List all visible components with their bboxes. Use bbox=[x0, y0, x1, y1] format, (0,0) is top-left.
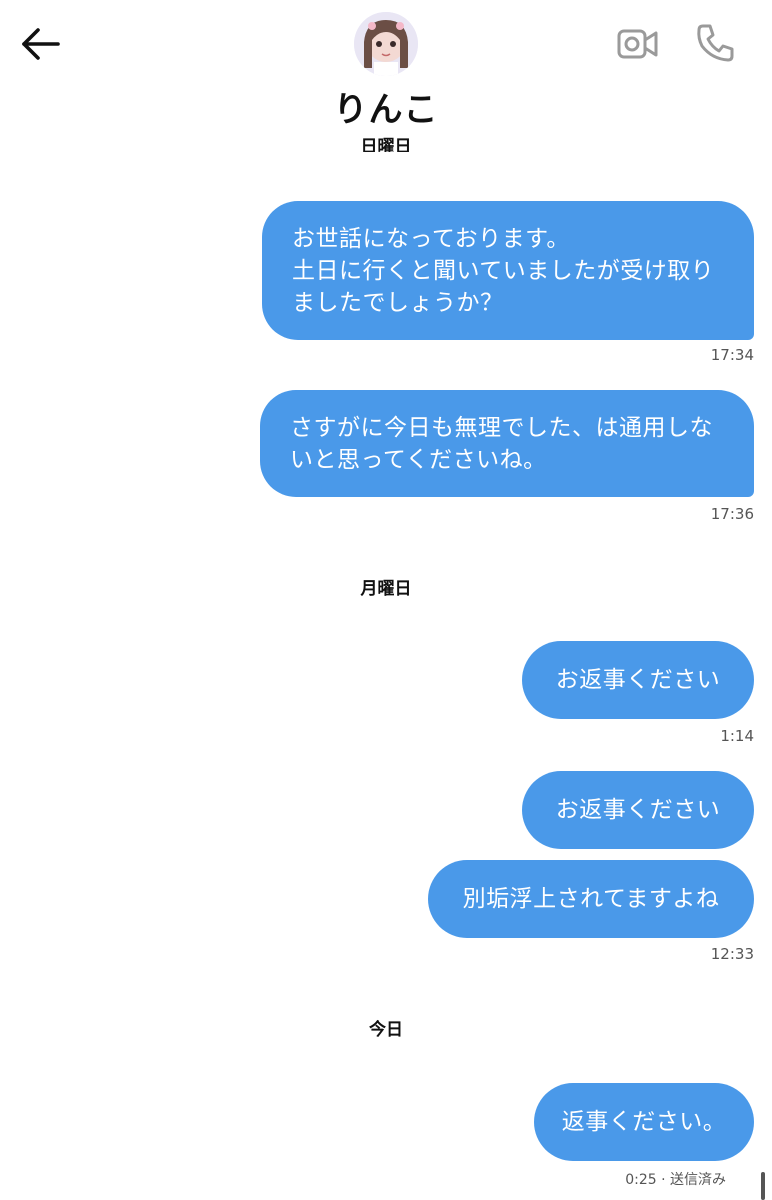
day-separator-sunday: 日曜日 bbox=[360, 137, 412, 152]
message-timestamp: 17:36 bbox=[710, 505, 754, 523]
video-call-button[interactable] bbox=[616, 24, 660, 64]
message-bubble[interactable]: さすがに今日も無理でした、は通用しな いと思ってくださいね。 bbox=[260, 390, 754, 497]
contact-avatar[interactable] bbox=[354, 12, 418, 76]
scrollbar-thumb[interactable] bbox=[761, 1172, 765, 1200]
message-timestamp: 12:33 bbox=[710, 945, 754, 963]
back-button[interactable] bbox=[18, 24, 62, 64]
message-text: 返事ください。 bbox=[561, 1109, 727, 1135]
phone-icon bbox=[697, 24, 734, 62]
day-separator-today: 今日 bbox=[369, 1020, 403, 1040]
message-bubble[interactable]: お世話になっております。 土日に行くと聞いていましたが受け取り ましたでしょうか… bbox=[262, 201, 754, 340]
video-camera-icon bbox=[617, 29, 658, 59]
message-text: お返事ください bbox=[555, 797, 721, 823]
chat-header: りんこ bbox=[0, 0, 772, 140]
message-text: 別垢浮上されてますよね bbox=[462, 886, 720, 912]
message-bubble[interactable]: お返事ください bbox=[522, 771, 754, 849]
avatar-image bbox=[354, 12, 418, 76]
message-timestamp: 1:14 bbox=[720, 727, 754, 745]
day-separator-monday: 月曜日 bbox=[360, 579, 412, 599]
message-bubble[interactable]: 返事ください。 bbox=[534, 1083, 754, 1161]
message-text: お世話になっております。 土日に行くと聞いていましたが受け取り ましたでしょうか… bbox=[292, 226, 715, 316]
voice-call-button[interactable] bbox=[694, 20, 738, 64]
message-timestamp: 17:34 bbox=[710, 346, 754, 364]
message-text: さすがに今日も無理でした、は通用しな いと思ってくださいね。 bbox=[290, 415, 713, 473]
contact-name[interactable]: りんこ bbox=[0, 82, 772, 131]
arrow-left-icon bbox=[22, 28, 60, 60]
message-text: お返事ください bbox=[555, 667, 721, 693]
message-bubble[interactable]: お返事ください bbox=[522, 641, 754, 719]
message-bubble[interactable]: 別垢浮上されてますよね bbox=[428, 860, 754, 938]
message-status: 0:25 · 送信済み bbox=[625, 1172, 726, 1188]
